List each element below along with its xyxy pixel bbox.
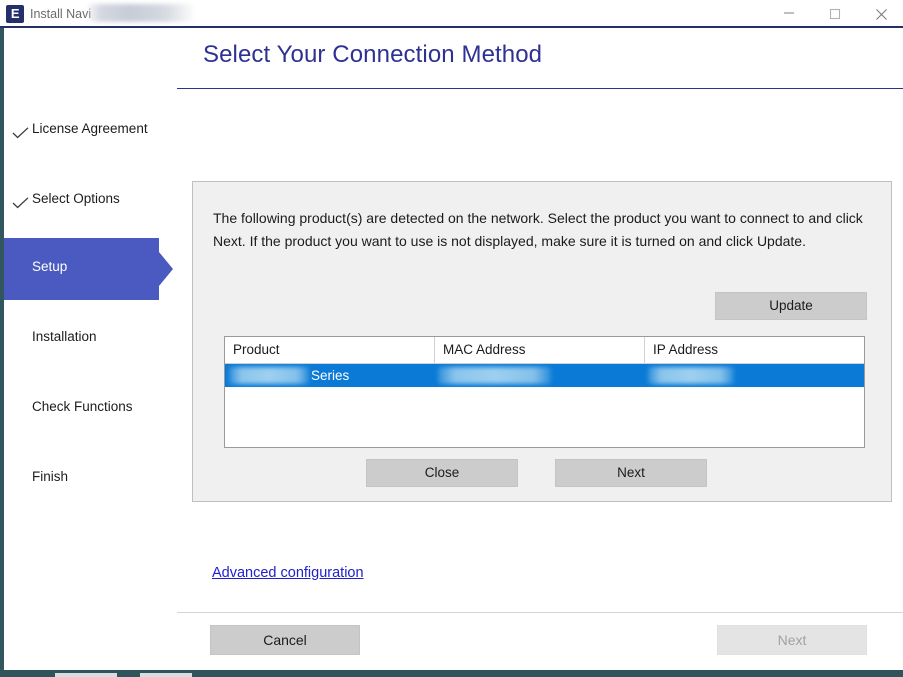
table-row[interactable]: Series: [225, 364, 864, 387]
column-label: MAC Address: [443, 342, 526, 357]
connection-method-panel: The following product(s) are detected on…: [192, 181, 892, 502]
close-button[interactable]: [858, 0, 903, 26]
sidebar-item-setup[interactable]: Setup: [4, 238, 186, 300]
install-navi-window: E Install Navi Select Your Connection Me…: [0, 0, 903, 677]
sidebar-item-label: Select Options: [32, 191, 120, 206]
sidebar-item-label: Check Functions: [32, 399, 133, 414]
sidebar-item-label: Installation: [32, 329, 97, 344]
close-button[interactable]: Close: [366, 459, 518, 487]
minimize-icon: [784, 12, 794, 14]
product-name-redaction-blur: [229, 367, 309, 384]
sidebar-item-label: Finish: [32, 469, 69, 484]
step-sidebar: License Agreement Select Options Setup I…: [4, 90, 186, 610]
cancel-button[interactable]: Cancel: [210, 625, 360, 655]
panel-description: The following product(s) are detected on…: [213, 210, 863, 249]
sidebar-item-label: Setup: [32, 259, 68, 274]
taskbar-item-2: [140, 673, 192, 677]
title-bar: E Install Navi: [0, 0, 903, 28]
sidebar-item-select-options[interactable]: Select Options: [4, 170, 185, 232]
ribbon-notch-icon: [159, 238, 186, 300]
taskbar-item-1: [55, 673, 117, 677]
sidebar-item-label: License Agreement: [32, 121, 148, 136]
sidebar-item-installation[interactable]: Installation: [4, 308, 185, 370]
page-title: Select Your Connection Method: [203, 41, 543, 68]
table-column-header-ip-address: IP Address: [644, 337, 864, 363]
maximize-icon: [829, 8, 841, 20]
window-title: Install Navi: [30, 7, 92, 21]
footer-divider: [177, 612, 903, 613]
sidebar-item-finish[interactable]: Finish: [4, 448, 185, 510]
sidebar-item-license-agreement[interactable]: License Agreement: [4, 100, 185, 162]
title-redaction-blur: [88, 4, 193, 22]
mac-address-redaction-blur: [438, 367, 551, 384]
advanced-configuration-link[interactable]: Advanced configuration: [212, 565, 364, 581]
header-divider: [177, 88, 903, 89]
table-column-header-mac-address: MAC Address: [434, 337, 644, 363]
epson-e-icon: E: [6, 5, 24, 23]
sidebar-item-check-functions[interactable]: Check Functions: [4, 378, 185, 440]
column-label: Product: [233, 342, 280, 357]
column-label: IP Address: [653, 342, 719, 357]
cell-product: Series: [311, 368, 350, 383]
close-icon: [875, 9, 887, 20]
ip-address-redaction-blur: [648, 367, 734, 384]
check-icon: [12, 127, 29, 139]
minimize-button[interactable]: [766, 0, 812, 26]
update-button[interactable]: Update: [715, 292, 867, 320]
check-icon: [12, 197, 29, 209]
window-frame-bottom-edge: [0, 670, 903, 677]
panel-next-button[interactable]: Next: [555, 459, 707, 487]
maximize-button[interactable]: [812, 0, 858, 26]
detected-products-table: Product MAC Address IP Address Series: [224, 336, 865, 448]
app-icon-glyph: E: [10, 6, 20, 21]
window-frame-left-edge: [0, 28, 4, 672]
footer-next-button: Next: [717, 625, 867, 655]
table-column-header-product: Product: [225, 337, 434, 363]
table-header-row: Product MAC Address IP Address: [225, 337, 864, 364]
window-frame-bottom-inner: [4, 658, 903, 670]
